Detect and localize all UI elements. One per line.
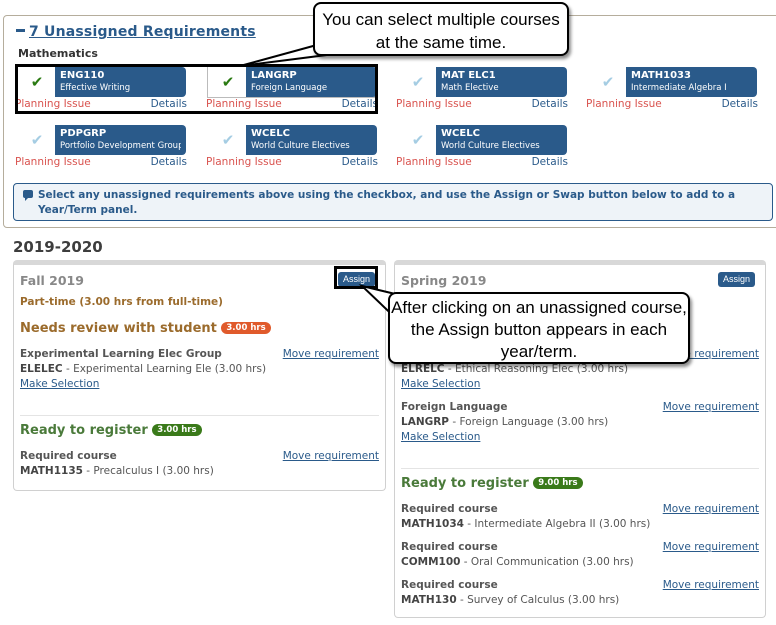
course-code: MATH130: [401, 594, 457, 606]
requirement-item: Foreign Language LANGRP - Foreign Langua…: [401, 400, 759, 445]
course-code: ELELEC: [20, 363, 63, 375]
minus-icon: [16, 28, 25, 32]
planning-issue-link[interactable]: Planning Issue: [206, 156, 282, 168]
requirement-label[interactable]: MAT ELC1 Math Elective: [436, 67, 567, 97]
needs-review-label: Needs review with student: [20, 321, 217, 336]
requirement-name: World Culture Electives: [251, 141, 350, 151]
selection-highlight-box: [15, 64, 378, 114]
comment-icon: [23, 190, 33, 201]
requirement-label[interactable]: WCELC World Culture Electives: [246, 125, 377, 155]
requirement-label[interactable]: WCELC World Culture Electives: [436, 125, 567, 155]
requirement-card[interactable]: ✔ WCELC World Culture Electives Planning…: [396, 125, 568, 173]
course-code: LANGRP: [401, 416, 450, 428]
details-link[interactable]: Details: [532, 156, 568, 168]
needs-review-heading: Needs review with student 3.00 hrs: [20, 321, 271, 336]
checkmark-icon[interactable]: ✔: [25, 130, 49, 150]
ready-label: Ready to register: [401, 476, 529, 491]
ready-label: Ready to register: [20, 423, 148, 438]
ready-heading: Ready to register 3.00 hrs: [20, 423, 202, 438]
item-description: ELRELC - Ethical Reasoning Elec (3.00 hr…: [401, 362, 759, 377]
term-name: Fall 2019: [20, 273, 84, 288]
course-desc: - Ethical Reasoning Elec (3.00 hrs): [444, 363, 629, 375]
requirement-code: WCELC: [441, 128, 480, 139]
requirement-card[interactable]: ✔ PDPGRP Portfolio Development Group Pla…: [15, 125, 187, 173]
move-requirement-link[interactable]: Move requirement: [663, 540, 759, 555]
requirement-label[interactable]: PDPGRP Portfolio Development Group: [55, 125, 186, 155]
move-requirement-link[interactable]: Move requirement: [283, 347, 379, 362]
divider: [20, 415, 379, 416]
make-selection-link[interactable]: Make Selection: [401, 377, 480, 392]
requirement-name: Intermediate Algebra I: [631, 83, 727, 93]
ready-heading: Ready to register 9.00 hrs: [401, 476, 583, 491]
unassigned-requirements-toggle[interactable]: 7 Unassigned Requirements: [16, 24, 256, 40]
requirement-code: MATH1033: [631, 70, 691, 81]
course-desc: - Precalculus I (3.00 hrs): [82, 465, 214, 477]
requirement-name: World Culture Electives: [441, 141, 540, 151]
course-desc: - Experimental Learning Ele (3.00 hrs): [62, 363, 267, 375]
load-status: Part-time (3.00 hrs from full-time): [20, 296, 223, 308]
checkmark-icon[interactable]: ✔: [406, 72, 430, 92]
item-description: COMM100 - Oral Communication (3.00 hrs): [401, 555, 759, 570]
details-link[interactable]: Details: [722, 98, 758, 110]
assign-highlight-box: [334, 266, 378, 289]
info-message: Select any unassigned requirements above…: [13, 183, 773, 221]
requirement-code: MAT ELC1: [441, 70, 496, 81]
details-link[interactable]: Details: [342, 156, 378, 168]
term-panel-fall: Fall 2019 Assign Part-time (3.00 hrs fro…: [13, 260, 386, 491]
planning-issue-link[interactable]: Planning Issue: [396, 156, 472, 168]
item-description: LANGRP - Foreign Language (3.00 hrs): [401, 415, 759, 430]
subject-label: Mathematics: [18, 47, 98, 60]
move-requirement-link[interactable]: Move requirement: [283, 449, 379, 464]
requirement-label[interactable]: MATH1033 Intermediate Algebra I: [626, 67, 757, 97]
move-requirement-link[interactable]: Move requirement: [663, 400, 759, 415]
requirement-item: Required course MATH130 - Survey of Calc…: [401, 578, 759, 608]
requirement-card[interactable]: ✔ MAT ELC1 Math Elective Planning Issue …: [396, 67, 568, 115]
hours-badge: 3.00 hrs: [152, 423, 202, 436]
course-code: COMM100: [401, 556, 461, 568]
callout-assign-button: After clicking on an unassigned course, …: [388, 292, 690, 364]
course-desc: - Survey of Calculus (3.00 hrs): [456, 594, 620, 606]
requirement-code: WCELC: [251, 128, 290, 139]
callout-multi-select: You can select multiple courses at the s…: [313, 2, 569, 56]
requirement-name: Math Elective: [441, 83, 499, 93]
term-name: Spring 2019: [401, 273, 487, 288]
info-message-text: Select any unassigned requirements above…: [38, 189, 736, 216]
item-description: MATH1034 - Intermediate Algebra II (3.00…: [401, 517, 759, 532]
checkmark-icon[interactable]: ✔: [406, 130, 430, 150]
details-link[interactable]: Details: [532, 98, 568, 110]
move-requirement-link[interactable]: Move requirement: [663, 578, 759, 593]
course-desc: - Oral Communication (3.00 hrs): [460, 556, 634, 568]
checkmark-icon[interactable]: ✔: [216, 130, 240, 150]
requirement-item: Required course MATH1034 - Intermediate …: [401, 502, 759, 532]
requirement-card[interactable]: ✔ WCELC World Culture Electives Planning…: [206, 125, 378, 173]
planning-issue-link[interactable]: Planning Issue: [15, 156, 91, 168]
unassigned-title: 7 Unassigned Requirements: [29, 24, 256, 40]
requirement-code: PDPGRP: [60, 128, 107, 139]
requirement-item: Required course COMM100 - Oral Communica…: [401, 540, 759, 570]
course-desc: - Foreign Language (3.00 hrs): [449, 416, 609, 428]
planning-issue-link[interactable]: Planning Issue: [396, 98, 472, 110]
course-code: MATH1135: [20, 465, 83, 477]
item-description: ELELEC - Experimental Learning Ele (3.00…: [20, 362, 379, 377]
hours-badge: 3.00 hrs: [221, 321, 271, 334]
course-code: MATH1034: [401, 518, 464, 530]
requirement-card[interactable]: ✔ MATH1033 Intermediate Algebra I Planni…: [586, 67, 758, 115]
year-title: 2019-2020: [13, 238, 103, 256]
move-requirement-link[interactable]: Move requirement: [663, 502, 759, 517]
item-description: MATH130 - Survey of Calculus (3.00 hrs): [401, 593, 759, 608]
hours-badge: 9.00 hrs: [533, 476, 583, 489]
details-link[interactable]: Details: [151, 156, 187, 168]
divider: [401, 468, 759, 469]
make-selection-link[interactable]: Make Selection: [20, 377, 99, 392]
planning-issue-link[interactable]: Planning Issue: [586, 98, 662, 110]
make-selection-link[interactable]: Make Selection: [401, 430, 480, 445]
checkmark-icon[interactable]: ✔: [596, 72, 620, 92]
course-code: ELRELC: [401, 363, 445, 375]
course-desc: - Intermediate Algebra II (3.00 hrs): [463, 518, 651, 530]
requirement-item: Experimental Learning Elec Group ELELEC …: [20, 347, 379, 392]
requirement-name: Portfolio Development Group: [60, 141, 181, 151]
assign-button[interactable]: Assign: [717, 272, 755, 287]
requirement-item: Required course MATH1135 - Precalculus I…: [20, 449, 379, 479]
item-description: MATH1135 - Precalculus I (3.00 hrs): [20, 464, 379, 479]
